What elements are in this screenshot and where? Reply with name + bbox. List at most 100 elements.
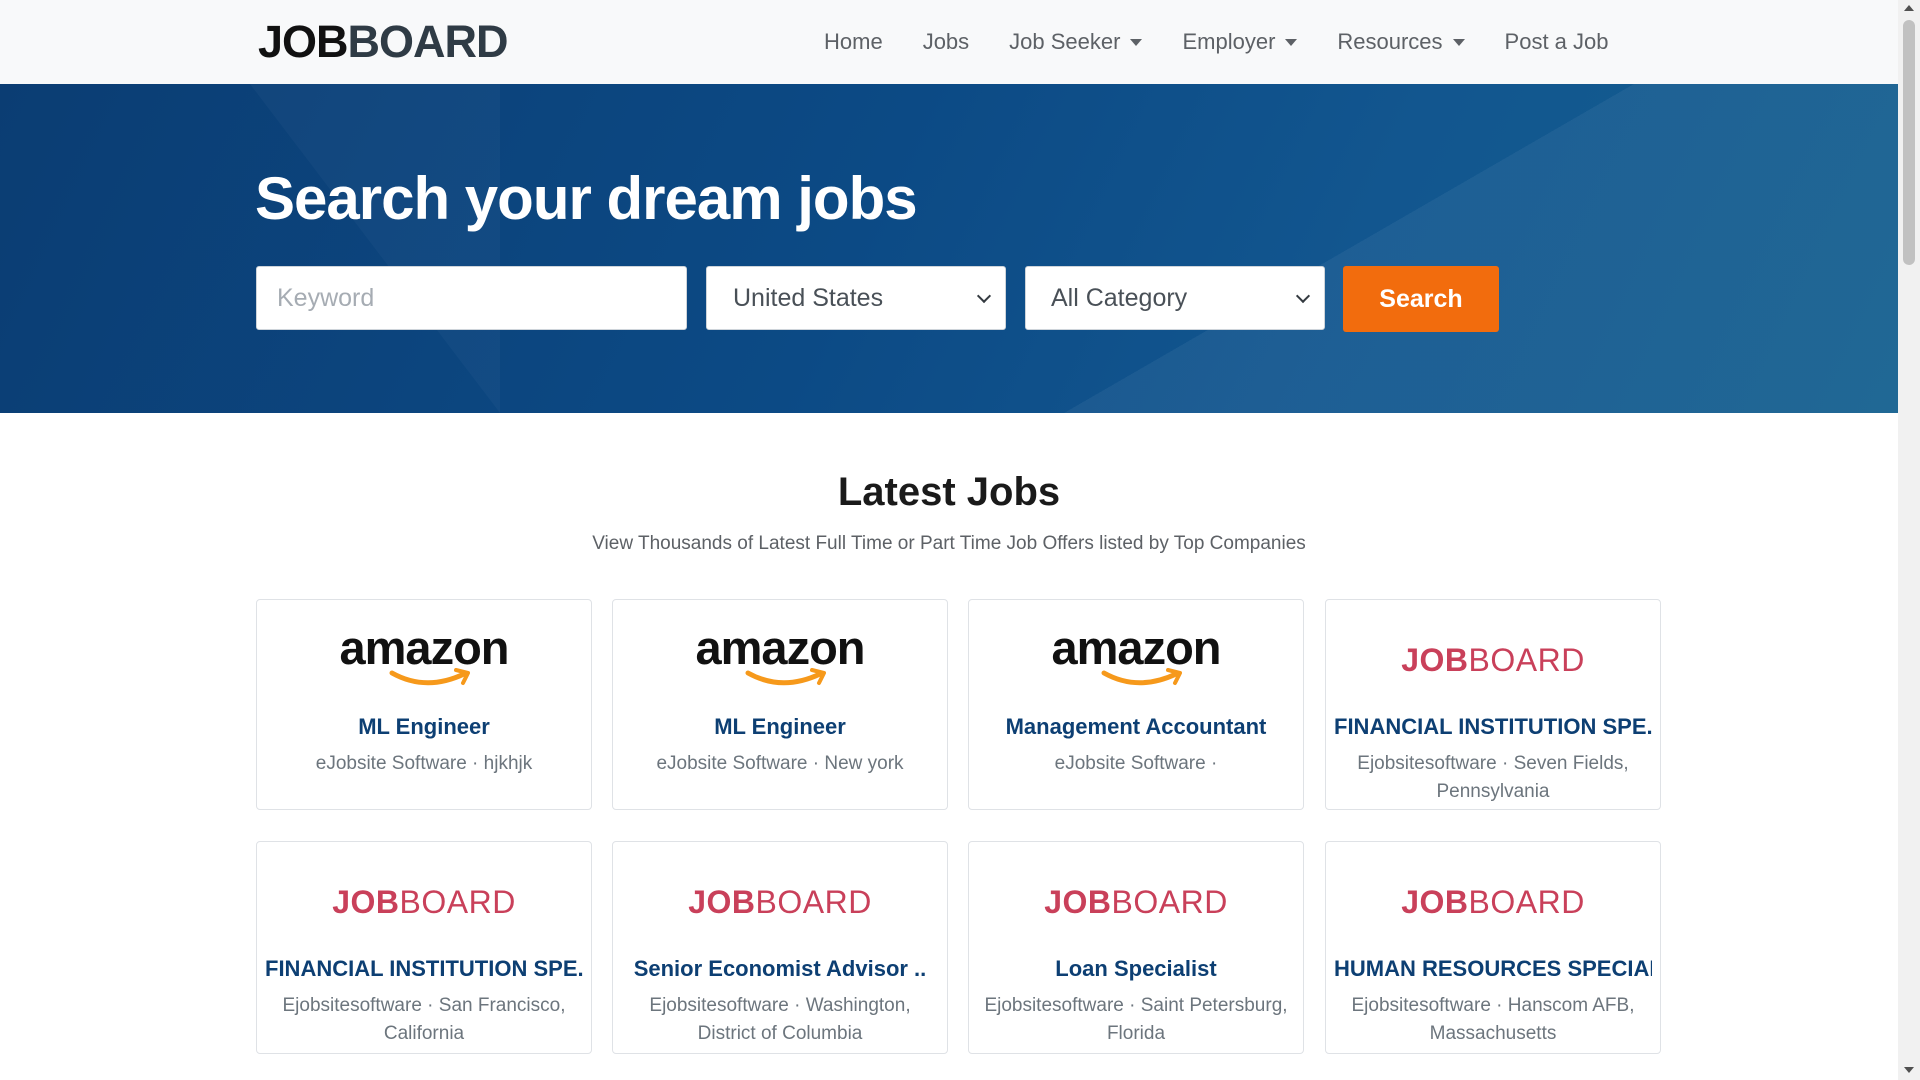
amazon-logo: amazon [613, 624, 947, 694]
separator-dot: · [1205, 753, 1218, 774]
job-card[interactable]: JOBBOARD Senior Economist Advisor .. Ejobs… [612, 841, 948, 1054]
job-meta: Ejobsitesoftware · Saint Petersburg, Flo… [983, 992, 1289, 1048]
jobboard-logo-part-2: BOARD [1111, 884, 1228, 920]
company-name: Ejobsitesoftware [1351, 995, 1491, 1016]
separator-dot: · [1496, 753, 1514, 774]
company-name: Ejobsitesoftware [1357, 753, 1497, 774]
amazon-wordmark: amazon [339, 621, 510, 674]
job-meta: eJobsite Software · [983, 750, 1289, 778]
nav-link-employer[interactable]: Employer [1182, 29, 1298, 55]
hero-decoration [250, 84, 500, 413]
job-card[interactable]: amazon ML Engineer eJobsite Software · New… [612, 599, 948, 810]
jobboard-logo: JOBBOARD [1326, 866, 1660, 954]
nav-link-jobs[interactable]: Jobs [923, 29, 969, 55]
jobboard-logo-part-1: JOB [688, 884, 756, 920]
separator-dot: · [466, 753, 484, 774]
caret-down-icon [1130, 38, 1143, 46]
separator-dot: · [1490, 995, 1508, 1016]
job-meta: Ejobsitesoftware · Seven Fields, Pennsyl… [1340, 750, 1646, 806]
job-location: New york [824, 753, 904, 774]
scroll-up-arrow-icon[interactable] [1904, 5, 1914, 11]
job-title-link[interactable]: Loan Specialist [977, 956, 1295, 982]
brand-logo[interactable]: JOBBOARD [258, 16, 509, 68]
jobboard-logo-part-1: JOB [1401, 884, 1469, 920]
caret-down-icon [1452, 38, 1465, 46]
category-select[interactable]: All Category [1025, 266, 1325, 330]
job-card[interactable]: JOBBOARD FINANCIAL INSTITUTION SPE.. Ejobs… [256, 841, 592, 1054]
job-title-link[interactable]: HUMAN RESOURCES SPECIALIST [1334, 956, 1652, 982]
nav-menu: Home Jobs Job Seeker Employer Resources Post … [824, 24, 1609, 60]
nav-link-post-a-job[interactable]: Post a Job [1505, 29, 1609, 55]
job-meta: Ejobsitesoftware · Washington, District … [627, 992, 933, 1048]
job-meta: eJobsite Software · New york [627, 750, 933, 778]
brand-part-1: JOB [258, 16, 349, 67]
jobboard-logo: JOBBOARD [613, 866, 947, 954]
search-button[interactable]: Search [1343, 266, 1499, 332]
job-title-link[interactable]: Senior Economist Advisor .. [621, 956, 939, 982]
job-card[interactable]: JOBBOARD Loan Specialist Ejobsitesoftware … [968, 841, 1304, 1054]
jobboard-logo-part-2: BOARD [1468, 884, 1585, 920]
job-card[interactable]: amazon ML Engineer eJobsite Software · hjk… [256, 599, 592, 810]
jobboard-logo-part-2: BOARD [399, 884, 516, 920]
nav-link-label: Employer [1182, 29, 1276, 54]
section-subtitle: View Thousands of Latest Full Time or Pa… [592, 533, 1306, 554]
job-card[interactable]: amazon Management Accountant eJobsite Soft… [968, 599, 1304, 810]
company-name: eJobsite Software [315, 753, 467, 774]
job-title-link[interactable]: FINANCIAL INSTITUTION SPE.. [265, 956, 583, 982]
nav-link-label: Post a Job [1504, 29, 1609, 54]
amazon-logo: amazon [969, 624, 1303, 694]
job-meta: eJobsite Software · hjkhjk [271, 750, 577, 778]
amazon-wordmark: amazon [695, 621, 866, 674]
job-title-link[interactable]: ML Engineer [265, 714, 583, 740]
keyword-input[interactable] [256, 266, 687, 330]
nav-link-home[interactable]: Home [824, 29, 883, 55]
nav-link-label: Home [824, 29, 883, 54]
section-title: Latest Jobs [837, 470, 1061, 514]
country-select[interactable]: United States [706, 266, 1006, 330]
hero-banner: Search your dream jobs United States All… [0, 84, 1898, 413]
job-location: hjkhjk [483, 753, 533, 774]
job-title-link[interactable]: FINANCIAL INSTITUTION SPE.. [1334, 714, 1652, 740]
separator-dot: · [807, 753, 825, 774]
company-name: Ejobsitesoftware [649, 995, 789, 1016]
nav-link-resources[interactable]: Resources [1337, 29, 1465, 55]
job-meta: Ejobsitesoftware · San Francisco, Califo… [271, 992, 577, 1048]
amazon-logo: amazon [257, 624, 591, 694]
company-name: eJobsite Software [1054, 753, 1206, 774]
company-name: Ejobsitesoftware [984, 995, 1124, 1016]
separator-dot: · [1123, 995, 1141, 1016]
job-meta: Ejobsitesoftware · Hanscom AFB, Massachu… [1340, 992, 1646, 1048]
nav-link-label: Job Seeker [1009, 29, 1121, 54]
jobboard-logo: JOBBOARD [1326, 624, 1660, 712]
amazon-wordmark: amazon [1051, 621, 1222, 674]
jobboard-logo-part-2: BOARD [1468, 642, 1585, 678]
scroll-down-arrow-icon[interactable] [1904, 1067, 1914, 1073]
job-title-link[interactable]: Management Accountant [977, 714, 1295, 740]
chevron-down-icon [976, 288, 992, 304]
jobboard-logo-part-1: JOB [332, 884, 400, 920]
job-card[interactable]: JOBBOARDHUMAN RESOURCES SPECIALISTEjobsi… [1325, 841, 1661, 1054]
hero-title: Search your dream jobs [255, 165, 918, 232]
category-select-value: All Category [1051, 283, 1188, 312]
job-title-link[interactable]: ML Engineer [621, 714, 939, 740]
separator-dot: · [421, 995, 439, 1016]
company-name: eJobsite Software [656, 753, 808, 774]
job-card[interactable]: JOBBOARD FINANCIAL INSTITUTION SPE.. Ejobs… [1325, 599, 1661, 810]
jobboard-logo-part-1: JOB [1401, 642, 1469, 678]
jobboard-logo-part-1: JOB [1044, 884, 1112, 920]
nav-link-job-seeker[interactable]: Job Seeker [1009, 29, 1143, 55]
caret-down-icon [1285, 38, 1298, 46]
jobboard-logo-part-2: BOARD [755, 884, 872, 920]
navbar: JOBBOARD Home Jobs Job Seeker Employer Resou… [0, 0, 1898, 85]
scrollbar[interactable] [1898, 0, 1920, 1080]
chevron-down-icon [1295, 288, 1311, 304]
nav-link-label: Resources [1337, 29, 1443, 54]
separator-dot: · [788, 995, 806, 1016]
company-name: Ejobsitesoftware [282, 995, 422, 1016]
nav-link-label: Jobs [922, 29, 970, 54]
scrollbar-thumb[interactable] [1903, 20, 1915, 265]
jobboard-logo: JOBBOARD [969, 866, 1303, 954]
country-select-value: United States [733, 283, 884, 312]
jobboard-logo: JOBBOARD [257, 866, 591, 954]
hero-decoration [950, 84, 1898, 413]
